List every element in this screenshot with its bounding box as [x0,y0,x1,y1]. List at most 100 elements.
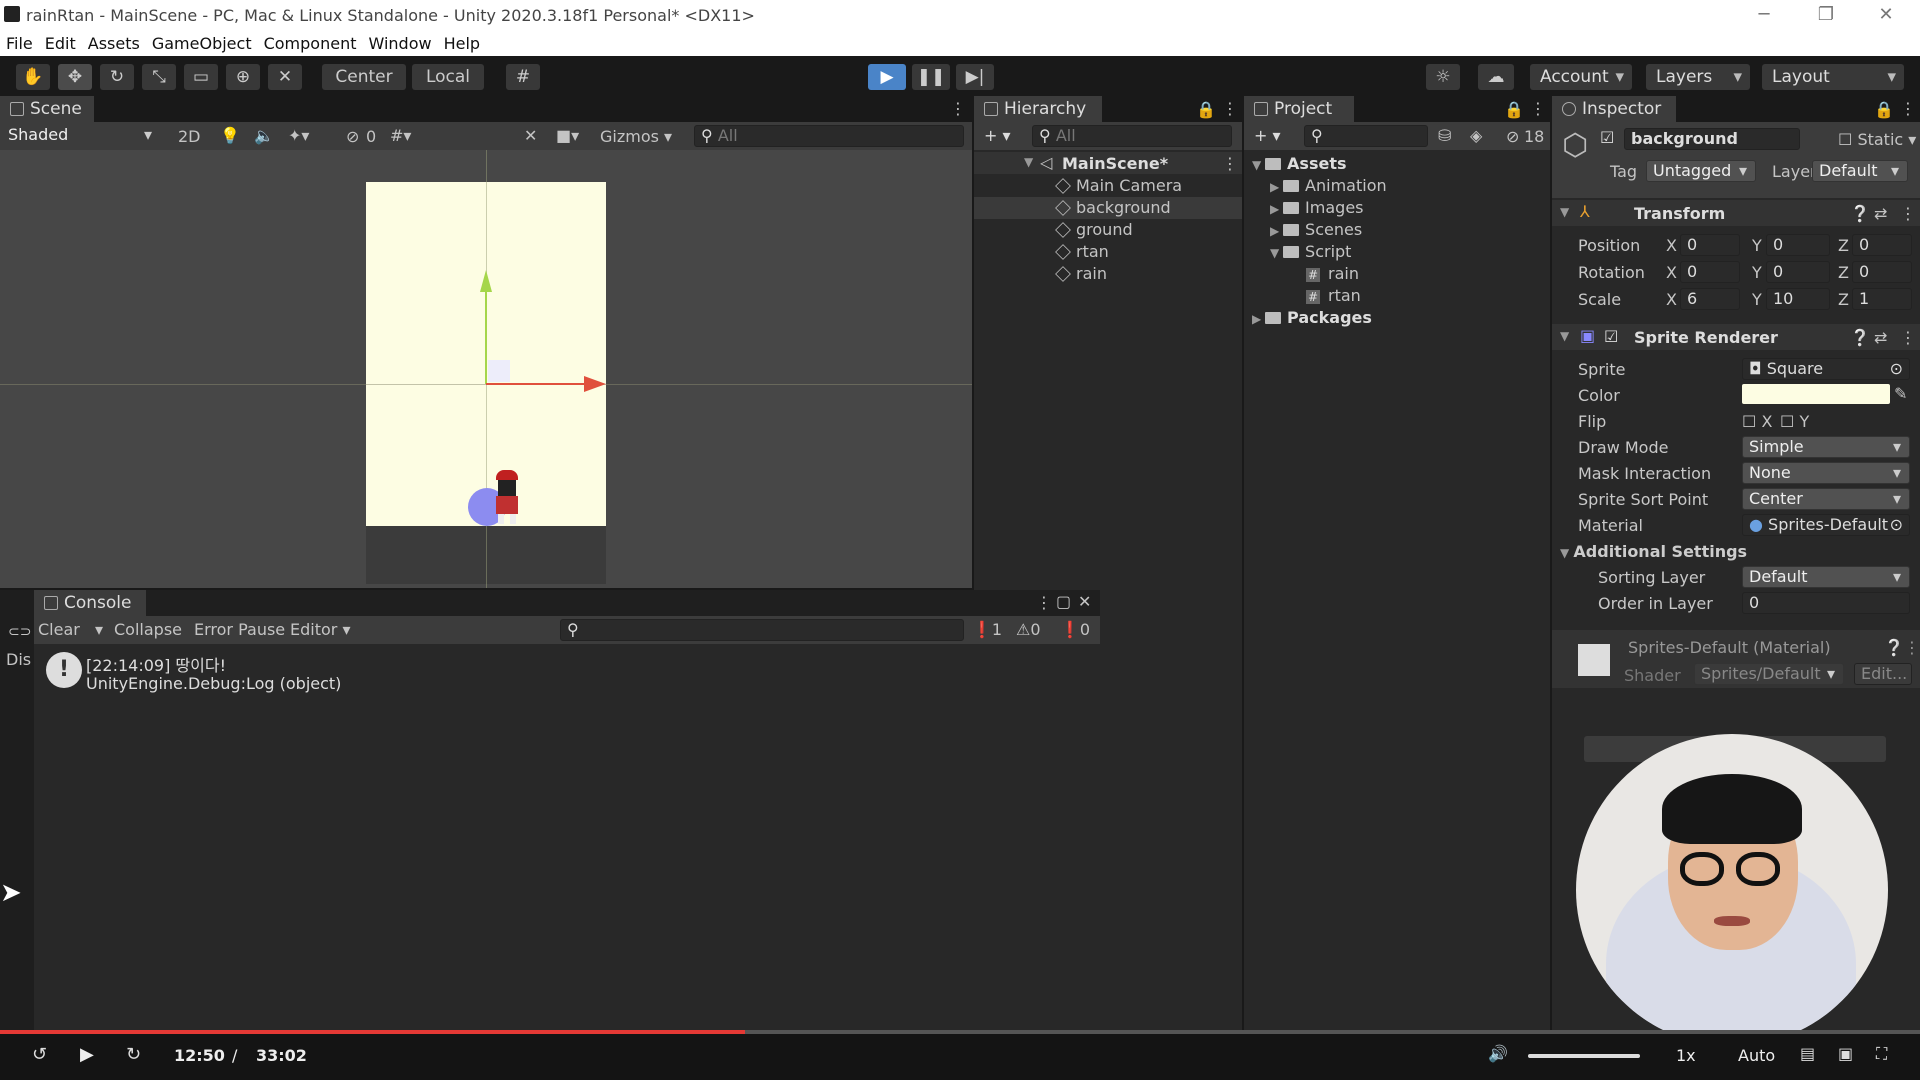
folder-row[interactable]: ▶ Images [1270,198,1540,220]
enabled-checkbox[interactable]: ☑ [1604,327,1618,346]
transform-y-input[interactable]: 0 [1766,261,1830,283]
color-swatch[interactable] [1742,384,1890,404]
collapse-icon[interactable]: ▶ [1270,224,1283,238]
console-menu-icon[interactable]: ⋮ [1036,593,1052,612]
filter-type-icon[interactable]: ⛁ [1438,126,1451,145]
scene-row-menu-icon[interactable]: ⋮ [1222,154,1238,173]
console-entry[interactable]: ! [22:14:09] 땅이다! UnityEngine.Debug:Log … [34,646,1100,702]
active-checkbox[interactable]: ☑ [1600,128,1614,147]
help-icon[interactable]: ❔ [1850,328,1870,347]
transform-z-input[interactable]: 0 [1852,234,1912,256]
tools-icon[interactable]: ✕ [524,126,537,145]
object-picker-icon[interactable]: ⊙ [1890,515,1903,535]
file-row[interactable]: # rain [1306,264,1536,286]
component-menu-icon[interactable]: ⋮ [1900,204,1916,223]
camera-icon[interactable]: ■▾ [556,126,579,145]
collapse-icon[interactable]: ▼ [1560,205,1569,219]
quality-setting[interactable]: Auto [1738,1046,1775,1065]
list-item[interactable]: Main Camera [1055,176,1256,198]
material-field[interactable]: ● Sprites-Default ⊙ [1742,514,1910,536]
close-icon[interactable]: ✕ [1866,2,1906,28]
console-search-input[interactable]: ⚲ [560,619,964,641]
object-name-input[interactable]: background [1624,128,1800,150]
clear-button[interactable]: Clear ▾ [38,620,103,639]
sorting-layer-dropdown[interactable]: Default [1742,566,1910,588]
lighting-icon[interactable]: 💡 [220,126,240,145]
flip-y-checkbox[interactable]: ☐ Y [1780,412,1809,431]
editor-dropdown[interactable]: Editor ▾ [290,620,350,639]
eyedropper-icon[interactable]: ✎ [1894,384,1907,403]
preset-icon[interactable]: ⇄ [1874,328,1887,347]
filter-label-icon[interactable]: ◈ [1470,126,1482,145]
volume-icon[interactable]: 🔊 [1488,1044,1508,1063]
menu-gameobject[interactable]: GameObject [146,30,258,53]
layout-dropdown[interactable]: Layout [1762,64,1904,90]
lock-icon[interactable]: 🔒 [1196,100,1216,119]
captions-icon[interactable]: ▤ [1800,1044,1815,1063]
create-asset-button[interactable]: + ▾ [1254,126,1281,145]
hand-tool-icon[interactable]: ✋ [16,64,50,90]
lock-icon[interactable]: 🔒 [1504,100,1524,119]
grid-snap-icon[interactable]: # [506,64,540,90]
progress-track[interactable] [0,1030,1920,1034]
error-pause-button[interactable]: Error Pause [194,620,285,639]
layer-dropdown[interactable]: Default [1812,160,1908,182]
rect-tool-icon[interactable]: ▭ [184,64,218,90]
menu-assets[interactable]: Assets [82,30,146,53]
hidden-objects-icon[interactable]: ⊘ [346,127,359,146]
inspector-menu-icon[interactable]: ⋮ [1900,99,1916,118]
draw-mode-dropdown[interactable]: Simple [1742,436,1910,458]
collapse-icon[interactable]: ▼ [1560,329,1569,343]
collapse-icon[interactable]: ▶ [1252,312,1265,326]
project-menu-icon[interactable]: ⋮ [1530,99,1546,118]
rtan-sprite[interactable] [494,470,522,526]
shader-dropdown[interactable]: Sprites/Default [1694,663,1844,685]
folder-row[interactable]: ▼ Script [1270,242,1540,264]
pause-button[interactable]: ❚❚ [912,64,950,90]
volume-slider[interactable] [1528,1054,1640,1058]
playback-speed[interactable]: 1x [1676,1046,1696,1065]
sprite-sort-point-dropdown[interactable]: Center [1742,488,1910,510]
additional-settings-foldout[interactable]: ▼ Additional Settings [1560,542,1747,561]
clear-options-icon[interactable]: ▾ [95,620,103,639]
gizmos-dropdown[interactable]: Gizmos ▾ [600,127,672,146]
fullscreen-icon[interactable]: ⛶ [1876,1044,1887,1064]
scene-search-input[interactable]: ⚲ All [694,125,964,147]
menu-edit[interactable]: Edit [39,30,82,53]
move-tool-icon[interactable]: ✥ [58,64,92,90]
folder-row-assets[interactable]: ▼ Assets [1252,154,1542,176]
project-search-input[interactable]: ⚲ [1304,125,1428,147]
hierarchy-menu-icon[interactable]: ⋮ [1222,99,1238,118]
transform-header[interactable]: ▼ ⅄ Transform ❔ ⇄ ⋮ [1552,200,1920,226]
sprite-renderer-header[interactable]: ▼ ▣ ☑ Sprite Renderer ❔ ⇄ ⋮ [1552,324,1920,350]
lock-icon[interactable]: 🔒 [1874,100,1894,119]
menu-component[interactable]: Component [258,30,363,53]
link-icon[interactable]: ⊂⊃ [8,624,31,640]
error-count-toggle[interactable]: ❗0 [1060,620,1090,639]
minimize-icon[interactable]: ─ [1744,2,1784,28]
shader-edit-button[interactable]: Edit... [1854,663,1912,685]
step-button[interactable]: ▶| [956,64,994,90]
mode-2d-button[interactable]: 2D [178,127,201,146]
tab-project[interactable]: Project [1244,96,1354,122]
object-picker-icon[interactable]: ⊙ [1890,359,1903,379]
tab-inspector[interactable]: Inspector [1552,96,1676,122]
collapse-icon[interactable]: ▶ [1270,202,1283,216]
add-object-button[interactable]: + ▾ [984,126,1011,145]
static-checkbox[interactable]: ☐ Static ▾ [1838,130,1916,149]
help-icon[interactable]: ❔ [1884,638,1904,657]
log-count-toggle[interactable]: ❗1 [972,620,1002,639]
list-item[interactable]: background [1055,198,1256,220]
y-axis-arrow[interactable] [480,270,492,292]
folder-row-packages[interactable]: ▶ Packages [1252,308,1542,330]
scene-viewport[interactable] [0,150,972,588]
play-icon[interactable]: ▶ [80,1044,94,1065]
account-dropdown[interactable]: Account [1530,64,1632,90]
tag-dropdown[interactable]: Untagged [1646,160,1756,182]
warning-count-toggle[interactable]: ⚠0 [1016,620,1041,639]
scene-row[interactable]: ▼ ◁ MainScene* ⋮ [974,152,1242,174]
flip-x-checkbox[interactable]: ☐ X [1742,412,1772,431]
mask-interaction-dropdown[interactable]: None [1742,462,1910,484]
sprite-field[interactable]: ◘ Square ⊙ [1742,358,1910,380]
hierarchy-search-input[interactable]: ⚲ All [1032,125,1232,147]
